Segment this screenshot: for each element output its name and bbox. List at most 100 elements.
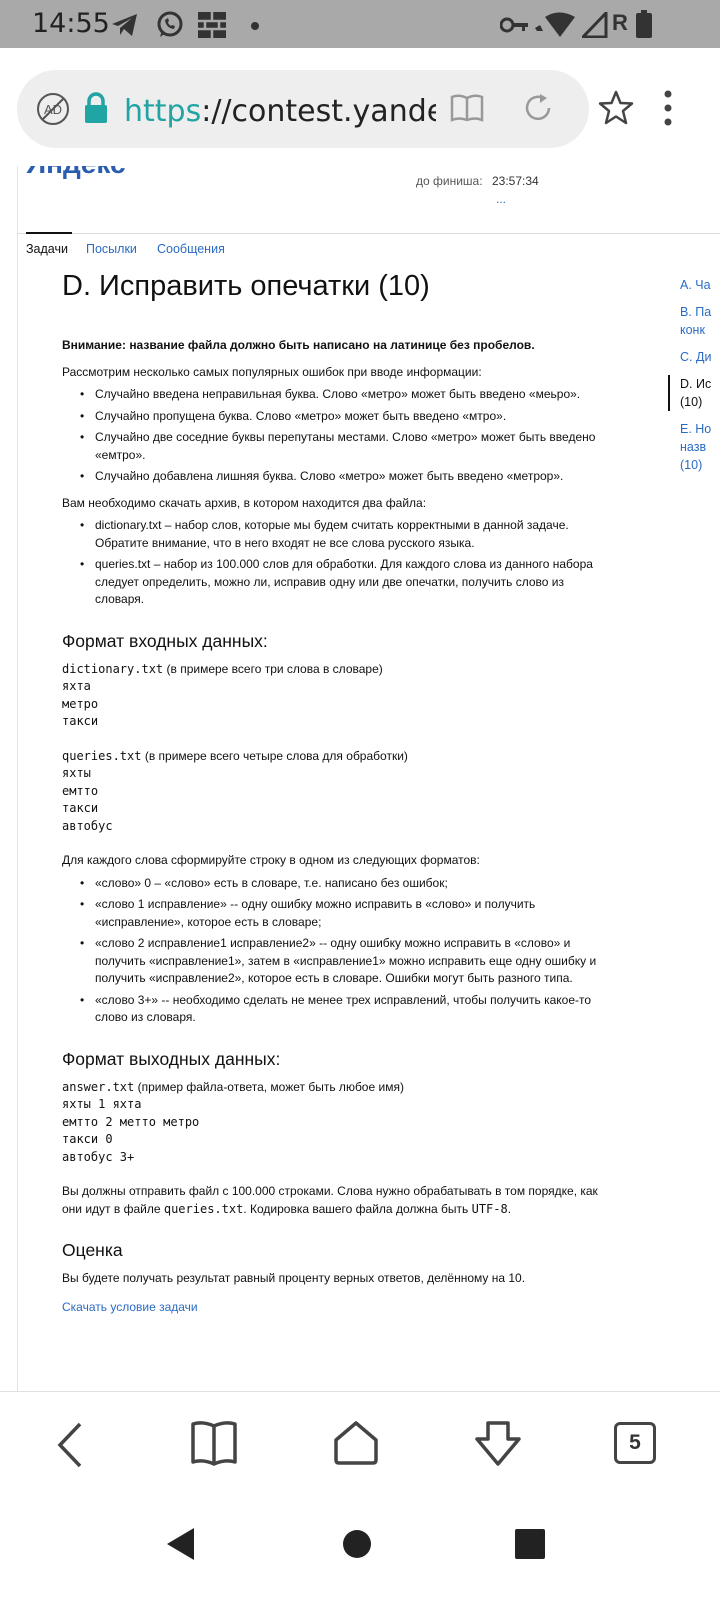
queries-example: queries.txt (в примере всего четыре слов… — [62, 748, 612, 836]
page-border — [17, 166, 18, 1391]
submit-text-end: . — [507, 1201, 512, 1216]
code-line: такси — [62, 714, 99, 728]
battery-icon — [636, 10, 652, 38]
list-item: «слово 1 исправление» -- одну ошибку мож… — [80, 896, 612, 931]
code-line: яхта — [62, 679, 91, 693]
url-host: ://contest.yandex.ru — [201, 94, 436, 129]
files-list: dictionary.txt – набор слов, которые мы … — [80, 517, 612, 609]
submit-encoding: UTF-8 — [471, 1201, 508, 1216]
answer-note: (пример файла-ответа, может быть любое и… — [134, 1079, 404, 1094]
site-logo[interactable]: Яндекс — [26, 166, 126, 180]
list-item: queries.txt – набор из 100.000 слов для … — [80, 556, 612, 609]
list-item: «слово 3+» -- необходимо сделать не мене… — [80, 992, 612, 1027]
download-icon[interactable] — [474, 1420, 522, 1468]
web-page: Яндекс до финиша: 23:57:34 ... Задачи По… — [0, 166, 720, 1391]
key-icon — [500, 17, 528, 33]
adblock-icon[interactable]: AD — [36, 92, 70, 126]
code-line: емтто 2 метто метро — [62, 1114, 200, 1129]
dict-words: яхта метро такси — [62, 678, 612, 731]
submit-instructions: Вы должны отправить файл с 100.000 строк… — [62, 1183, 612, 1218]
timer-more-link[interactable]: ... — [496, 192, 506, 206]
brick-wall-icon — [198, 12, 226, 38]
download-statement-link[interactable]: Скачать условие задачи — [62, 1300, 198, 1314]
tab-messages[interactable]: Сообщения — [157, 242, 225, 256]
back-icon[interactable] — [54, 1420, 86, 1470]
dot-icon — [251, 22, 259, 30]
star-icon[interactable] — [598, 90, 634, 126]
code-line: яхты — [62, 766, 91, 780]
format-intro: Для каждого слова сформируйте строку в о… — [62, 853, 480, 867]
browser-bottom-toolbar: 5 — [0, 1391, 720, 1501]
tab-submissions[interactable]: Посылки — [86, 242, 137, 256]
list-item: Случайно введена неправильная буква. Сло… — [80, 386, 612, 404]
sidebar-problem-a[interactable]: A. Ча — [680, 276, 720, 294]
telegram-icon — [112, 14, 137, 36]
reader-mode-icon[interactable] — [450, 94, 484, 122]
list-item: Случайно пропущена буква. Слово «метро» … — [80, 408, 612, 426]
problems-sidebar: A. Ча B. Па конк C. Ди D. Ис (10) E. Но наз… — [668, 276, 720, 483]
answer-lines: яхты 1 яхта емтто 2 метто метро такси 0 … — [62, 1096, 612, 1166]
queries-filename: queries.txt — [62, 748, 142, 763]
sidebar-problem-e[interactable]: E. Но назв (10) — [680, 420, 720, 474]
tabs-icon[interactable]: 5 — [614, 1422, 656, 1464]
errors-intro: Рассмотрим несколько самых популярных ош… — [62, 364, 482, 379]
network-letter: R — [612, 10, 628, 35]
list-item: dictionary.txt – набор слов, которые мы … — [80, 517, 612, 552]
sidebar-problem-c[interactable]: C. Ди — [680, 348, 720, 366]
url-scheme: https — [124, 94, 202, 129]
nav-back-icon[interactable] — [166, 1527, 196, 1561]
browser-toolbar: AD https://contest.yandex.ru — [0, 48, 720, 166]
queries-note: (в примере всего четыре слова для обрабо… — [141, 748, 408, 763]
lock-icon[interactable] — [84, 92, 108, 124]
filename-warning: Внимание: название файла должно быть нап… — [62, 338, 535, 352]
whatsapp-icon — [157, 11, 183, 37]
sidebar-problem-b[interactable]: B. Па конк — [680, 303, 720, 339]
problem-title: D. Исправить опечатки (10) — [62, 270, 430, 302]
submit-filename: queries.txt — [163, 1201, 244, 1216]
tab-problems[interactable]: Задачи — [26, 242, 68, 256]
code-line: яхты 1 яхта — [62, 1097, 142, 1111]
dict-filename: dictionary.txt — [62, 661, 164, 676]
answer-filename: answer.txt — [62, 1079, 135, 1094]
code-line: автобус — [62, 818, 113, 833]
list-item: «слово» 0 – «слово» есть в словаре, т.е.… — [80, 875, 612, 893]
score-heading: Оценка — [62, 1240, 123, 1260]
list-item: Случайно две соседние буквы перепутаны м… — [80, 429, 612, 464]
timer-label: до финиша: — [416, 174, 483, 188]
timer-value: 23:57:34 — [492, 174, 539, 188]
code-line: такси — [62, 801, 99, 815]
output-formats-list: «слово» 0 – «слово» есть в словаре, т.е.… — [80, 875, 612, 1027]
url-text[interactable]: https://contest.yandex.ru — [124, 94, 436, 129]
answer-example: answer.txt (пример файла-ответа, может б… — [62, 1079, 612, 1167]
code-line: емтто — [62, 783, 99, 798]
home-icon[interactable] — [333, 1420, 379, 1466]
signal-icon — [582, 12, 608, 38]
input-format-heading: Формат входных данных: — [62, 630, 268, 651]
active-tab-indicator — [26, 232, 72, 234]
dict-note: (в примере всего три слова в словаре) — [163, 661, 383, 676]
tab-count: 5 — [629, 1431, 641, 1454]
code-line: метро — [62, 696, 99, 711]
reload-icon[interactable] — [522, 92, 554, 124]
problem-statement: D. Исправить опечатки (10) Внимание: наз… — [62, 268, 612, 1321]
wifi-icon — [535, 12, 575, 37]
submit-text-mid: . Кодировка вашего файла должна быть — [243, 1201, 472, 1216]
score-text: Вы будете получать результат равный проц… — [62, 1271, 526, 1285]
status-bar: 14:55 R — [0, 0, 720, 48]
android-nav-bar — [0, 1501, 720, 1600]
list-item: «слово 2 исправление1 исправление2» -- о… — [80, 935, 612, 988]
query-words: яхты емтто такси автобус — [62, 765, 612, 835]
error-types-list: Случайно введена неправильная буква. Сло… — [80, 386, 612, 486]
nav-divider — [17, 233, 720, 234]
output-format-heading: Формат выходных данных: — [62, 1048, 281, 1069]
code-line: автобус 3+ — [62, 1149, 135, 1164]
nav-recents-icon[interactable] — [515, 1529, 545, 1559]
sidebar-problem-d[interactable]: D. Ис (10) — [668, 375, 720, 411]
archive-intro: Вам необходимо скачать архив, в котором … — [62, 495, 427, 510]
bookmarks-icon[interactable] — [190, 1420, 238, 1466]
nav-home-icon[interactable] — [342, 1529, 372, 1559]
code-line: такси 0 — [62, 1132, 113, 1146]
more-vert-icon[interactable] — [663, 90, 673, 126]
dictionary-example: dictionary.txt (в примере всего три слов… — [62, 661, 612, 731]
list-item: Случайно добавлена лишняя буква. Слово «… — [80, 468, 612, 486]
